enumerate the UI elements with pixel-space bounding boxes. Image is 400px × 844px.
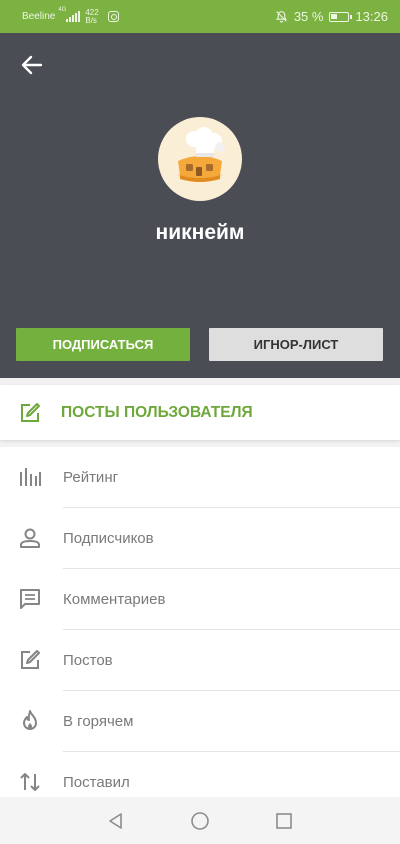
stat-rating[interactable]: Рейтинг [0, 447, 400, 508]
stat-label: Постов [63, 652, 113, 669]
data-speed: 422 B/s [85, 7, 99, 25]
carrier-name: Beeline [22, 11, 56, 22]
stat-hot[interactable]: В горячем [0, 691, 400, 752]
user-posts-link[interactable]: ПОСТЫ ПОЛЬЗОВАТЕЛЯ [0, 385, 400, 440]
bar-chart-icon [20, 468, 41, 486]
stat-label: В горячем [63, 713, 134, 730]
stat-posts[interactable]: Постов [0, 630, 400, 691]
battery-percent: 35 % [293, 9, 324, 24]
notifications-off-icon [275, 11, 287, 23]
subscribe-button[interactable]: ПОДПИСАТЬСЯ [16, 328, 190, 361]
back-button[interactable] [16, 51, 48, 79]
status-bar: Beeline 4G 422 B/s 35 % 13:26 [0, 0, 400, 33]
flame-icon [23, 710, 37, 730]
nickname: никнейм [155, 221, 245, 244]
person-icon [20, 528, 40, 548]
stat-label: Комментариев [63, 591, 166, 608]
arrow-left-icon [21, 55, 43, 75]
edit-icon [21, 650, 40, 669]
chef-house-avatar-icon [178, 127, 225, 182]
stat-given[interactable]: Поставил [0, 752, 400, 797]
stat-label: Рейтинг [63, 469, 119, 486]
user-posts-label: ПОСТЫ ПОЛЬЗОВАТЕЛЯ [61, 403, 253, 421]
nav-back-icon[interactable] [106, 811, 126, 831]
stat-label: Поставил [63, 774, 130, 791]
system-nav-bar [0, 797, 400, 844]
profile-header: никнейм ПОДПИСАТЬСЯ ИГНОР-ЛИСТ [0, 33, 400, 378]
instagram-icon [108, 11, 120, 22]
clock: 13:26 [355, 9, 388, 24]
comment-icon [20, 589, 40, 609]
ignore-list-button[interactable]: ИГНОР-ЛИСТ [209, 328, 383, 361]
signal-icon: 4G [58, 7, 81, 22]
edit-icon [21, 402, 40, 422]
battery-icon [329, 11, 353, 22]
nav-home-icon[interactable] [190, 811, 210, 831]
stat-subscribers[interactable]: Подписчиков [0, 508, 400, 569]
avatar[interactable] [158, 117, 242, 201]
stats-list: Рейтинг Подписчиков Комментариев Постов … [0, 447, 400, 797]
network-type: 4G [58, 7, 67, 13]
stat-label: Подписчиков [63, 530, 154, 547]
stat-comments[interactable]: Комментариев [0, 569, 400, 630]
swap-arrows-icon [20, 773, 40, 791]
nav-recents-icon[interactable] [274, 811, 294, 831]
